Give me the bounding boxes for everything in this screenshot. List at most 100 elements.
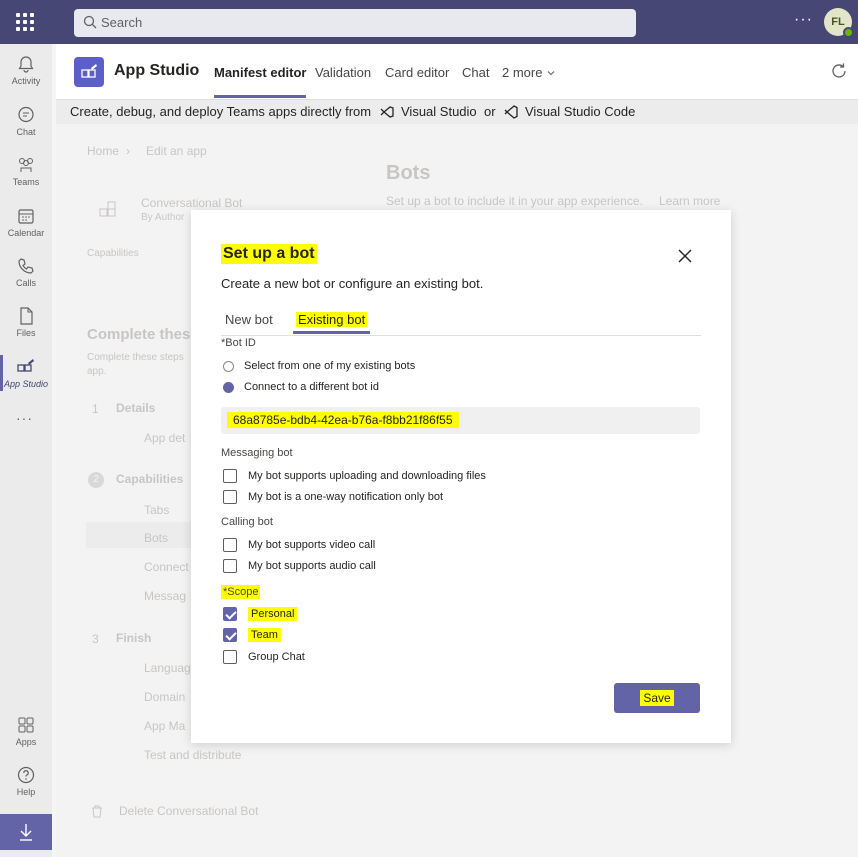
section-item-messaging: Messag <box>144 589 187 603</box>
breadcrumb-separator: › <box>126 144 130 158</box>
download-icon <box>20 824 32 841</box>
rail-item-activity[interactable]: Activity <box>0 54 52 86</box>
checkbox-audio-call[interactable] <box>223 559 237 573</box>
tab-existing-bot[interactable]: Existing bot <box>292 312 371 334</box>
app-launcher-icon[interactable] <box>16 13 34 31</box>
checkbox-scope-personal[interactable] <box>223 607 237 621</box>
chat-icon <box>18 106 34 123</box>
rail-item-app-studio[interactable]: App Studio <box>0 355 52 391</box>
checkbox-upload-files-label: My bot supports uploading and downloadin… <box>248 470 486 482</box>
section-1-number: 1 <box>92 402 99 416</box>
file-icon <box>20 307 33 325</box>
breadcrumb-current: Edit an app <box>146 144 207 158</box>
refresh-icon[interactable] <box>830 62 848 80</box>
search-placeholder: Search <box>101 15 143 30</box>
close-icon[interactable] <box>677 248 693 264</box>
radio-select-existing-label: Select from one of my existing bots <box>244 360 416 372</box>
bots-description: Set up a bot to include it in your app e… <box>386 194 643 208</box>
radio-connect-different[interactable] <box>223 382 234 393</box>
rail-label: Calendar <box>7 228 45 238</box>
section-item-bots: Bots <box>144 531 169 545</box>
section-2-number: 2 <box>88 472 104 488</box>
save-button[interactable]: Save <box>614 683 700 713</box>
save-label: Save <box>640 690 674 706</box>
checkbox-scope-group-chat-label: Group Chat <box>248 651 305 663</box>
app-studio-logo <box>74 57 104 87</box>
app-header: App Studio Manifest editor Validation Ca… <box>56 44 858 100</box>
tab-new-bot[interactable]: New bot <box>225 312 273 327</box>
rail-label: Help <box>16 787 36 797</box>
banner-or: or <box>484 104 496 119</box>
deploy-banner: Create, debug, and deploy Teams apps dir… <box>56 100 858 124</box>
bots-heading: Bots <box>386 162 431 184</box>
complete-sub: Complete these steps <box>87 352 184 363</box>
section-3-number: 3 <box>92 632 99 646</box>
top-bar: Search ··· FL <box>0 0 858 44</box>
tab-validation[interactable]: Validation <box>315 65 371 80</box>
section-item-connectors: Connect <box>144 560 189 574</box>
avatar-initials: FL <box>831 16 845 28</box>
section-finish: Finish <box>116 631 152 645</box>
tab-chat[interactable]: Chat <box>462 65 489 80</box>
scope-label: *Scope <box>221 585 261 599</box>
more-options-icon[interactable]: ··· <box>794 11 813 29</box>
checkbox-video-call[interactable] <box>223 538 237 552</box>
checkbox-video-call-label: My bot supports video call <box>248 539 376 551</box>
calling-bot-label: Calling bot <box>221 516 273 528</box>
left-rail: Activity Chat Teams Calendar Calls Files… <box>0 44 52 857</box>
rail-item-teams[interactable]: Teams <box>0 155 52 187</box>
section-item-domains: Domain <box>144 690 186 704</box>
checkbox-audio-call-label: My bot supports audio call <box>248 560 376 572</box>
checkbox-scope-team[interactable] <box>223 628 237 642</box>
checkbox-one-way-notification-label: My bot is a one-way notification only bo… <box>248 491 444 503</box>
vscode-link[interactable]: Visual Studio Code <box>525 104 635 119</box>
rail-item-chat[interactable]: Chat <box>0 105 52 137</box>
complete-heading: Complete thes <box>87 326 191 343</box>
setup-bot-dialog: Set up a bot Create a new bot or configu… <box>191 210 731 743</box>
search-input[interactable]: Search <box>74 9 636 37</box>
capabilities-label: Capabilities <box>87 248 139 259</box>
rail-item-help[interactable]: Help <box>0 765 52 797</box>
messaging-bot-label: Messaging bot <box>221 447 293 459</box>
bot-id-label: *Bot ID <box>221 337 256 349</box>
tab-manifest-editor[interactable]: Manifest editor <box>214 65 307 98</box>
dialog-title: Set up a bot <box>221 244 317 264</box>
checkbox-one-way-notification[interactable] <box>223 490 237 504</box>
avatar[interactable]: FL <box>824 8 854 38</box>
phone-icon <box>18 258 34 274</box>
checkbox-scope-personal-label: Personal <box>248 607 298 621</box>
visual-studio-icon <box>380 106 394 118</box>
rail-item-files[interactable]: Files <box>0 306 52 338</box>
help-icon <box>17 766 35 784</box>
more-apps-icon[interactable]: ··· <box>16 410 33 426</box>
tab-divider <box>221 335 701 336</box>
section-details: Details <box>116 401 156 415</box>
radio-select-existing[interactable] <box>223 361 234 372</box>
section-item-tabs: Tabs <box>144 503 170 517</box>
chevron-down-icon <box>547 71 555 76</box>
rail-item-calls[interactable]: Calls <box>0 256 52 288</box>
section-item-languages: Languag <box>144 661 191 675</box>
app-title: App Studio <box>114 62 200 79</box>
checkbox-scope-group-chat[interactable] <box>223 650 237 664</box>
section-capabilities: Capabilities <box>116 472 184 486</box>
app-author: By Author <box>141 212 185 223</box>
tab-more-label: 2 more <box>502 65 543 80</box>
tab-more[interactable]: 2 more <box>502 65 556 80</box>
search-icon <box>83 15 97 29</box>
presence-available-icon <box>843 27 854 38</box>
checkbox-upload-files[interactable] <box>223 469 237 483</box>
rail-item-apps[interactable]: Apps <box>0 715 52 747</box>
dialog-subtitle: Create a new bot or configure an existin… <box>221 276 484 291</box>
download-button[interactable] <box>0 814 52 850</box>
rail-label: Chat <box>16 127 36 137</box>
bot-id-input[interactable]: 68a8785e-bdb4-42ea-b76a-f8bb21f86f55 <box>221 407 700 434</box>
visual-studio-link[interactable]: Visual Studio <box>401 104 477 119</box>
rail-label: Activity <box>11 76 41 86</box>
rail-item-calendar[interactable]: Calendar <box>0 206 52 238</box>
tab-card-editor[interactable]: Card editor <box>385 65 449 80</box>
app-studio-icon <box>81 64 97 78</box>
section-item-app-manifest: App Ma <box>144 719 186 733</box>
checkbox-scope-team-label: Team <box>248 628 281 642</box>
calendar-icon <box>18 209 34 224</box>
